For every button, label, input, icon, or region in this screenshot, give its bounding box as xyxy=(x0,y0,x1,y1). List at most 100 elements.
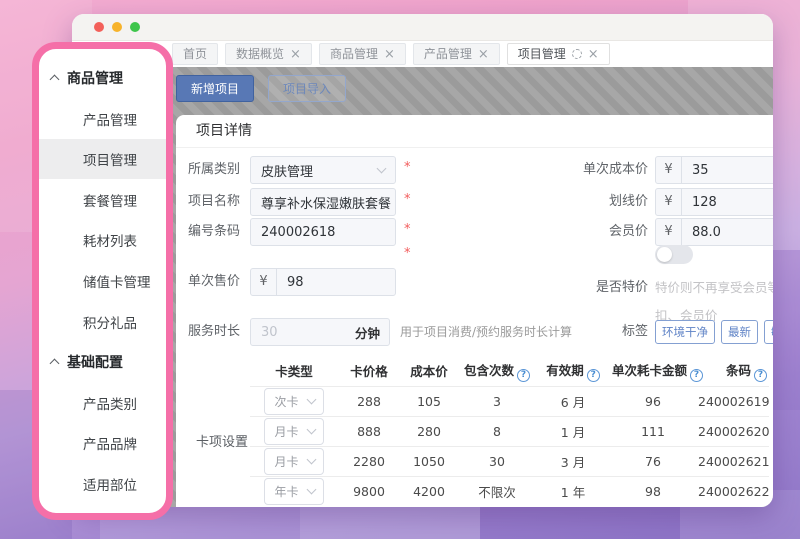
member-price-input[interactable]: ¥ 88.0 xyxy=(655,218,773,246)
sidebar-item-product-brand[interactable]: 产品品牌 xyxy=(39,423,166,463)
background-tile xyxy=(480,505,680,539)
cost-price-cell: 4200 xyxy=(400,476,458,506)
chevron-down-icon xyxy=(377,163,387,173)
currency-prefix: ¥ xyxy=(656,189,682,215)
chevron-up-icon xyxy=(50,359,60,369)
project-name-input[interactable]: 尊享补水保湿嫩肤套餐 xyxy=(250,188,396,216)
barcode-cell: 240002620 xyxy=(696,416,769,446)
close-icon[interactable]: × xyxy=(290,48,301,61)
unit-price-input[interactable]: ¥ 98 xyxy=(250,268,396,296)
cost-price-input[interactable]: ¥ 35 xyxy=(655,156,773,184)
project-name-value: 尊享补水保湿嫩肤套餐 xyxy=(251,193,395,212)
barcode-cell: 240002622 xyxy=(696,476,769,506)
col-card-type: 卡类型 xyxy=(250,356,338,386)
window-titlebar xyxy=(72,14,773,41)
category-select[interactable]: 皮肤管理 xyxy=(250,156,396,184)
strike-price-input[interactable]: ¥ 128 xyxy=(655,188,773,216)
chevron-down-icon xyxy=(306,425,316,435)
tab-project-management[interactable]: 项目管理 × xyxy=(507,43,610,65)
duration-hint: 用于项目消费/预约服务时长计算 xyxy=(400,318,572,346)
card-type-select[interactable]: 次卡 xyxy=(264,388,323,415)
tab-product-management[interactable]: 产品管理 × xyxy=(413,43,500,65)
tab-goods-management[interactable]: 商品管理 × xyxy=(319,43,406,65)
maximize-window-dot[interactable] xyxy=(130,22,140,32)
currency-prefix: ¥ xyxy=(251,269,277,295)
close-icon[interactable]: × xyxy=(384,48,395,61)
import-project-button[interactable]: 项目导入 xyxy=(268,75,346,102)
barcode-input[interactable]: 240002618 xyxy=(250,218,396,246)
tab-label: 数据概览 xyxy=(236,48,284,60)
member-price-label: 会员价 xyxy=(558,218,648,246)
sidebar-item-stored-value-card[interactable]: 储值卡管理 xyxy=(39,261,166,301)
card-settings-label: 卡项设置 xyxy=(196,431,248,450)
chevron-down-icon xyxy=(306,395,316,405)
sidebar-item-product-management[interactable]: 产品管理 xyxy=(39,99,166,139)
tab-data-overview[interactable]: 数据概览 × xyxy=(225,43,312,65)
close-icon[interactable]: × xyxy=(588,48,599,61)
count-cell: 30 xyxy=(458,446,536,476)
loading-icon xyxy=(572,49,582,59)
validity-cell: 6 月 xyxy=(536,386,610,416)
card-price-cell: 888 xyxy=(338,416,400,446)
sidebar-group-goods[interactable]: 商品管理 xyxy=(39,58,166,98)
tag-item[interactable]: 敏感肌适用 xyxy=(764,320,773,344)
sidebar-item-label: 耗材列表 xyxy=(83,230,137,250)
table-row: 年卡 9800 4200 不限次 1 年 98 240002622 xyxy=(250,476,769,506)
minimize-window-dot[interactable] xyxy=(112,22,122,32)
tab-label: 产品管理 xyxy=(424,48,472,60)
add-project-button[interactable]: 新增项目 xyxy=(176,75,254,102)
sidebar-item-consumables-list[interactable]: 耗材列表 xyxy=(39,220,166,260)
barcode-label: 编号条码 xyxy=(176,218,240,246)
strike-price-value: 128 xyxy=(682,195,773,210)
table-row: 次卡 288 105 3 6 月 96 240002619 xyxy=(250,386,769,416)
category-value: 皮肤管理 xyxy=(251,161,378,180)
sidebar-item-label: 积分礼品 xyxy=(83,312,137,332)
sidebar-item-label: 产品类别 xyxy=(83,393,137,413)
barcode-cell: 240002619 xyxy=(696,386,769,416)
help-icon[interactable]: ? xyxy=(690,369,703,382)
sidebar-group-label: 基础配置 xyxy=(67,352,123,372)
sidebar-group-label: 商品管理 xyxy=(67,68,123,88)
card-type-select[interactable]: 年卡 xyxy=(264,478,323,505)
col-card-price: 卡价格 xyxy=(338,356,400,386)
special-price-label: 是否特价 xyxy=(558,274,648,302)
card-type-select[interactable]: 月卡 xyxy=(264,448,323,475)
unit-price-label: 单次售价 xyxy=(176,268,240,296)
cost-price-cell: 280 xyxy=(400,416,458,446)
sidebar-item-product-category[interactable]: 产品类别 xyxy=(39,383,166,423)
col-cost-price: 成本价 xyxy=(400,356,458,386)
category-label: 所属类别 xyxy=(176,156,240,184)
card-price-cell: 2280 xyxy=(338,446,400,476)
help-icon[interactable]: ? xyxy=(517,369,530,382)
card-type-select[interactable]: 月卡 xyxy=(264,418,323,445)
count-cell: 3 xyxy=(458,386,536,416)
sidebar-item-applicable-part[interactable]: 适用部位 xyxy=(39,464,166,504)
validity-cell: 3 月 xyxy=(536,446,610,476)
col-validity: 有效期? xyxy=(536,356,610,386)
per-use-cell: 111 xyxy=(610,416,696,446)
duration-unit: 分钟 xyxy=(355,323,389,342)
tags-label: 标签 xyxy=(558,318,648,346)
sidebar-menu: 商品管理 产品管理 项目管理 套餐管理 耗材列表 储值卡管理 积分礼品 基础配置… xyxy=(32,42,173,520)
project-detail-panel: 项目详情 所属类别 皮肤管理 * 项目名称 尊享补水保湿嫩肤套餐 * 编号条码 … xyxy=(176,115,773,507)
currency-prefix: ¥ xyxy=(656,157,682,183)
tags-group: 环境干净 最新 敏感肌适用 xyxy=(655,320,773,344)
sidebar-group-basic-config[interactable]: 基础配置 xyxy=(39,342,166,382)
sidebar-item-project-management[interactable]: 项目管理 xyxy=(39,139,166,179)
close-window-dot[interactable] xyxy=(94,22,104,32)
help-icon[interactable]: ? xyxy=(754,369,767,382)
help-icon[interactable]: ? xyxy=(587,369,600,382)
special-price-toggle[interactable] xyxy=(655,245,693,264)
chevron-down-icon xyxy=(306,455,316,465)
count-cell: 8 xyxy=(458,416,536,446)
tag-item[interactable]: 最新 xyxy=(721,320,758,344)
tag-item[interactable]: 环境干净 xyxy=(655,320,715,344)
table-row: 月卡 2280 1050 30 3 月 76 240002621 xyxy=(250,446,769,476)
tab-home[interactable]: 首页 xyxy=(172,43,218,65)
sidebar-item-package-management[interactable]: 套餐管理 xyxy=(39,180,166,220)
sidebar-item-points-gifts[interactable]: 积分礼品 xyxy=(39,302,166,342)
validity-cell: 1 月 xyxy=(536,416,610,446)
duration-input[interactable]: 30 分钟 xyxy=(250,318,390,346)
close-icon[interactable]: × xyxy=(478,48,489,61)
count-cell: 不限次 xyxy=(458,476,536,506)
